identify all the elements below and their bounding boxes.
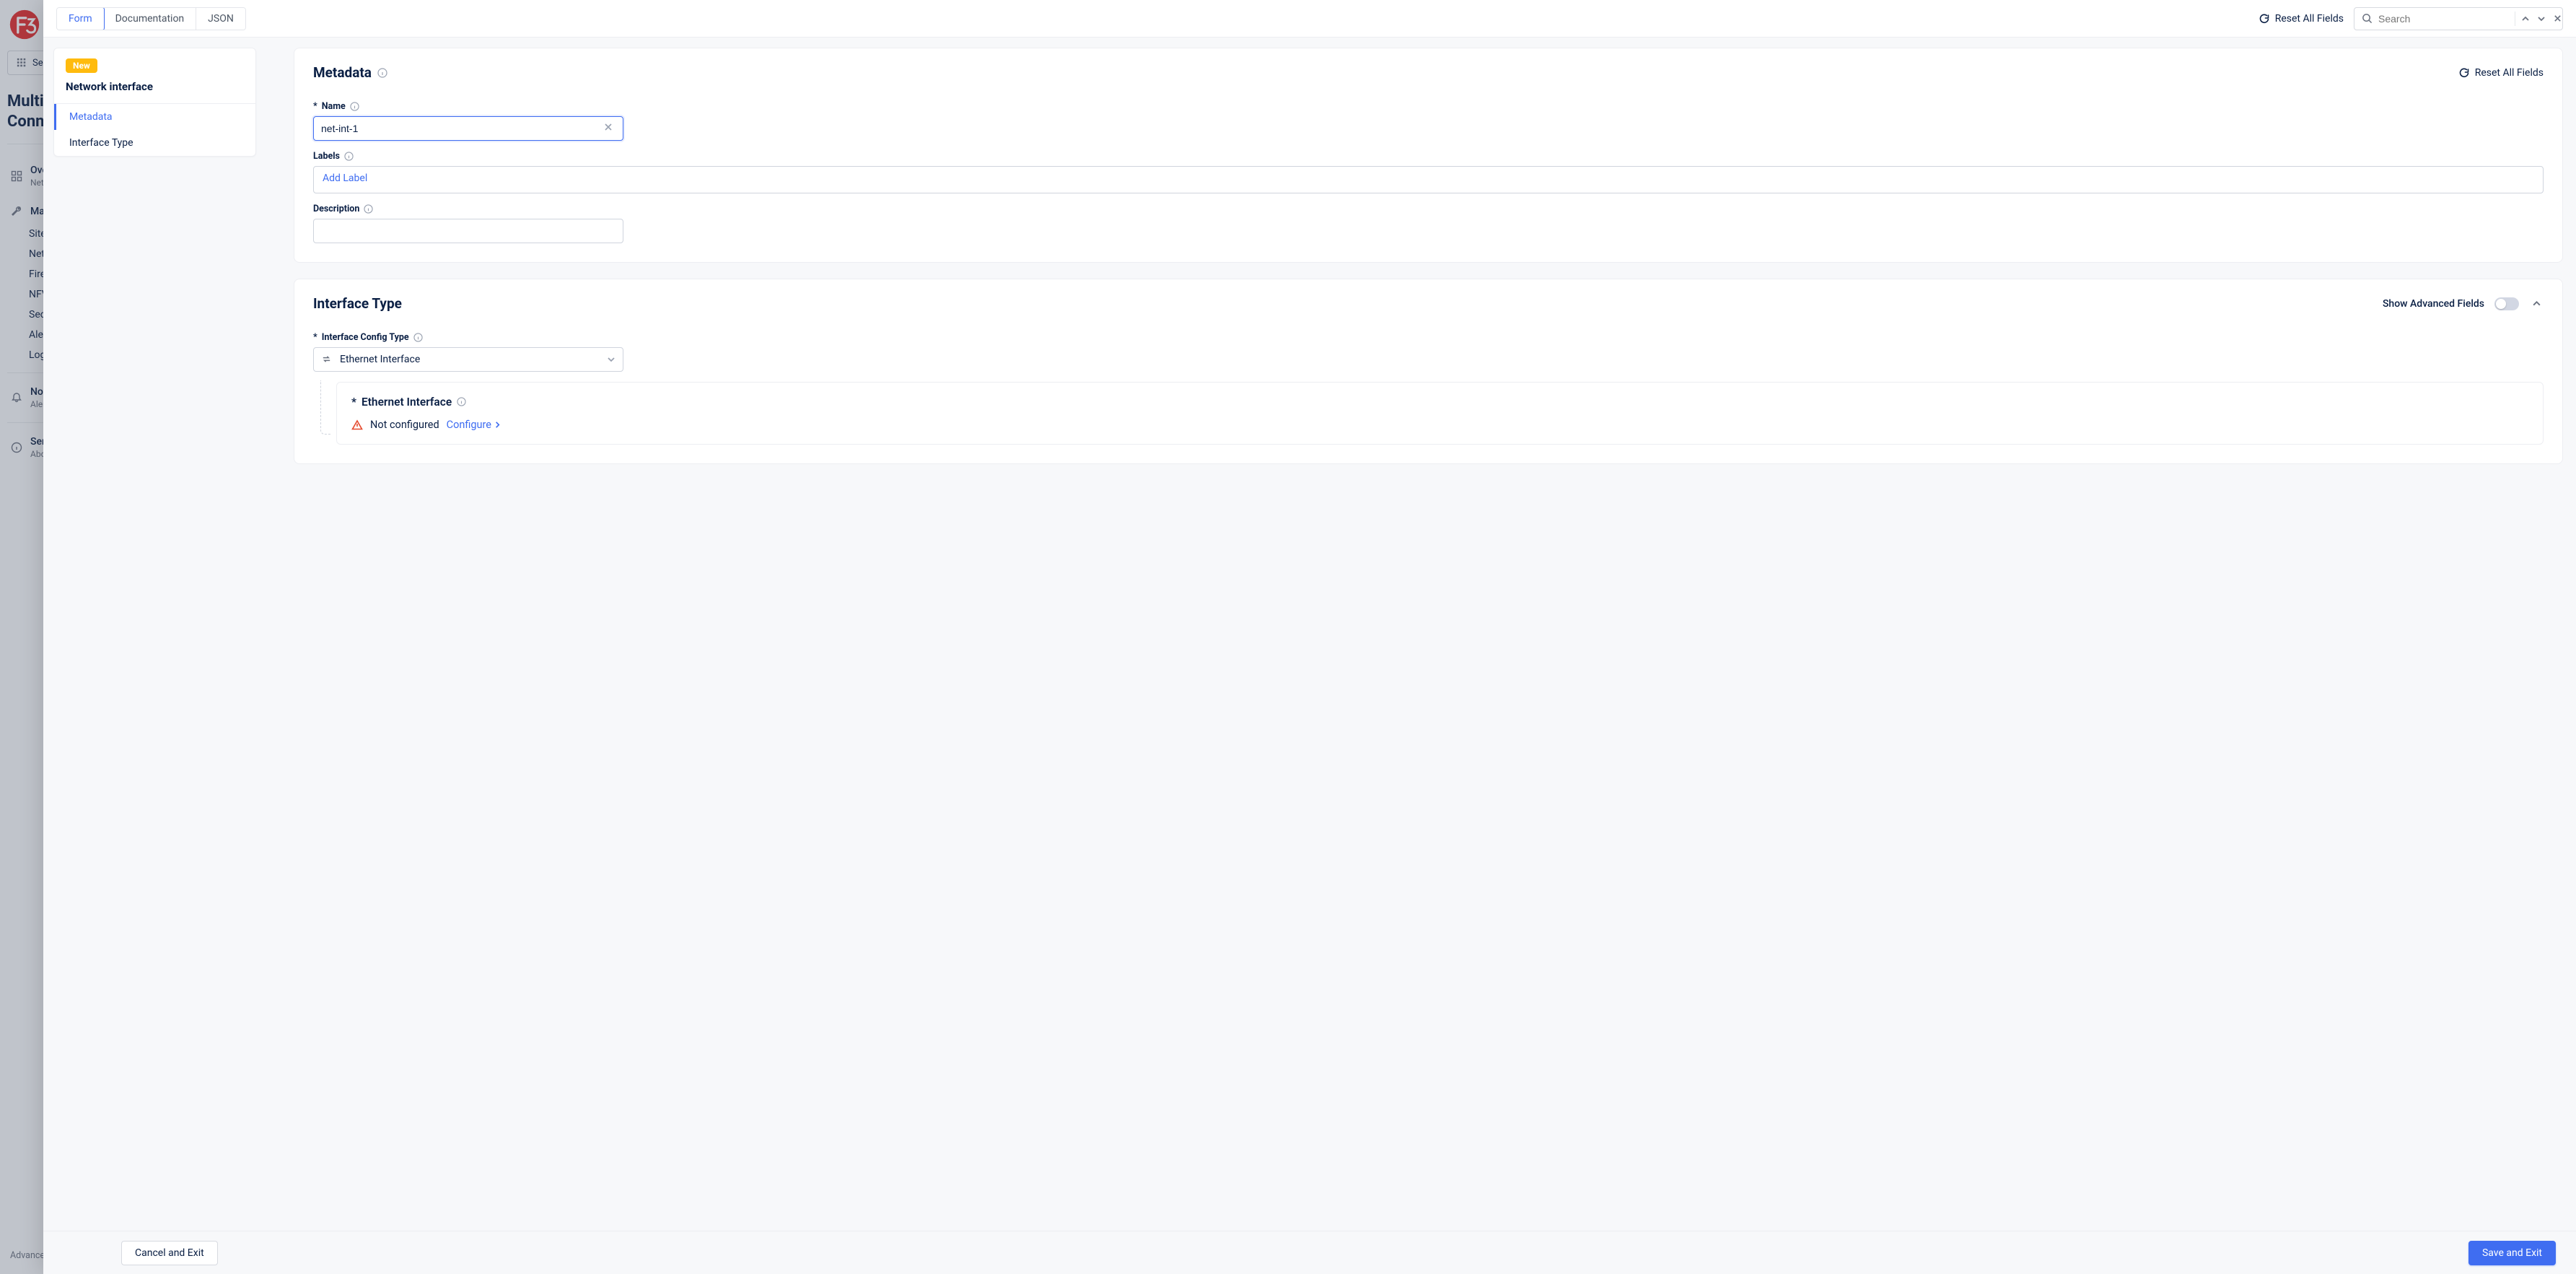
tab-form[interactable]: Form (56, 7, 105, 30)
description-input[interactable] (321, 225, 615, 237)
name-label: Name (322, 101, 346, 112)
description-field: Description (313, 204, 2544, 243)
reset-all-fields-top[interactable]: Reset All Fields (2259, 13, 2344, 25)
search-next-button[interactable] (2534, 12, 2549, 26)
info-icon[interactable] (457, 397, 467, 407)
interface-config-type-select[interactable]: Ethernet Interface (313, 347, 623, 372)
description-label: Description (313, 204, 359, 214)
clear-icon[interactable] (604, 123, 615, 134)
ethernet-status-text: Not configured (370, 419, 439, 431)
sheet-header: Form Documentation JSON Reset All Fields (43, 0, 2576, 38)
info-icon[interactable] (350, 102, 360, 112)
search-box[interactable] (2354, 7, 2563, 30)
advanced-fields-toggle[interactable] (2494, 297, 2519, 310)
warning-icon (351, 419, 363, 431)
interface-config-type-field: * Interface Config Type Ethernet Interfa… (313, 332, 2544, 445)
search-input[interactable] (2378, 13, 2509, 25)
configure-link[interactable]: Configure (447, 419, 501, 431)
metadata-card: Metadata Reset All Fields * (294, 48, 2563, 263)
view-mode-tabs: Form Documentation JSON (56, 7, 246, 30)
search-icon (2362, 13, 2373, 24)
interface-config-type-value: Ethernet Interface (340, 354, 420, 365)
nav-item-interface-type[interactable]: Interface Type (54, 130, 255, 156)
labels-field: Labels Add Label (313, 151, 2544, 193)
metadata-title: Metadata (313, 64, 372, 81)
sheet-footer: Cancel and Exit Save and Exit (43, 1231, 2576, 1274)
tab-json[interactable]: JSON (196, 8, 245, 30)
info-icon[interactable] (413, 333, 424, 343)
reset-icon (2259, 13, 2270, 25)
add-label-link[interactable]: Add Label (323, 173, 367, 184)
chevron-down-icon (607, 355, 615, 364)
info-icon[interactable] (377, 68, 387, 78)
info-icon[interactable] (364, 204, 374, 214)
name-field: * Name (313, 101, 2544, 141)
edit-sheet: Form Documentation JSON Reset All Fields… (43, 0, 2576, 1274)
interface-type-card: Interface Type Show Advanced Fields * In… (294, 279, 2563, 464)
search-prev-button[interactable] (2518, 12, 2533, 26)
reset-icon (2458, 67, 2470, 79)
ethernet-interface-title: Ethernet Interface (362, 396, 452, 409)
reset-all-card-label: Reset All Fields (2475, 67, 2544, 79)
form-content: Metadata Reset All Fields * (256, 38, 2576, 1231)
interface-type-title: Interface Type (313, 295, 402, 312)
swap-icon (321, 354, 333, 365)
save-button[interactable]: Save and Exit (2468, 1241, 2556, 1265)
search-clear-button[interactable] (2550, 12, 2564, 26)
advanced-fields-label: Show Advanced Fields (2383, 298, 2484, 310)
labels-container[interactable]: Add Label (313, 166, 2544, 193)
nav-title: Network interface (66, 80, 244, 93)
ethernet-interface-subcard: * Ethernet Interface Not configured Conf… (336, 382, 2544, 445)
labels-label: Labels (313, 151, 340, 162)
reset-all-fields-card[interactable]: Reset All Fields (2458, 67, 2544, 79)
tab-documentation[interactable]: Documentation (104, 8, 197, 30)
info-icon[interactable] (344, 152, 354, 162)
section-nav-panel: New Network interface Metadata Interface… (43, 38, 256, 1231)
interface-config-type-label: Interface Config Type (322, 332, 409, 343)
nav-item-metadata[interactable]: Metadata (54, 104, 255, 130)
name-input[interactable] (321, 123, 598, 134)
new-badge: New (66, 58, 97, 73)
cancel-button[interactable]: Cancel and Exit (121, 1241, 218, 1265)
reset-all-label: Reset All Fields (2275, 13, 2344, 25)
collapse-section-button[interactable] (2529, 297, 2544, 311)
